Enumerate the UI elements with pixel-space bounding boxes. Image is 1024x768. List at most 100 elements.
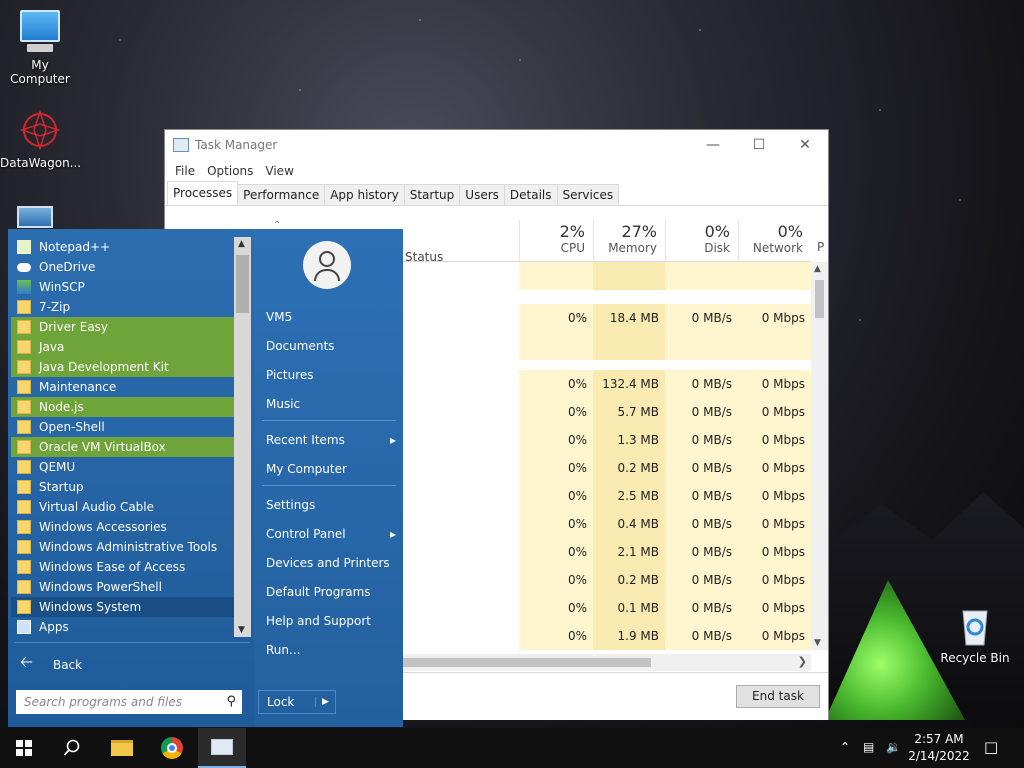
program-list-scrollbar[interactable]: ▲ ▼ [234, 237, 251, 637]
program-item[interactable]: WinSCP [11, 277, 239, 297]
program-item[interactable]: OneDrive [11, 257, 239, 277]
scroll-down-icon[interactable]: ▼ [238, 625, 245, 635]
table-row[interactable]: 0% 132.4 MB 0 MB/s 0 Mbps [519, 370, 811, 398]
column-header-memory[interactable]: 27% Memory [593, 220, 665, 262]
tab-startup[interactable]: Startup [403, 184, 461, 205]
scroll-thumb[interactable] [815, 280, 824, 318]
program-item[interactable]: Apps [11, 617, 239, 637]
column-header-network[interactable]: 0% Network [738, 220, 811, 262]
column-header-disk[interactable]: 0% Disk [665, 220, 738, 262]
user-avatar[interactable] [303, 241, 351, 289]
start-menu-item[interactable]: Devices and Printers [266, 556, 396, 570]
vertical-scrollbar[interactable]: ▲ ▼ [811, 262, 828, 650]
volume-icon[interactable]: 🔉 [886, 740, 901, 754]
title-bar[interactable]: Task Manager — ☐ ✕ [165, 130, 828, 160]
program-item[interactable]: Startup [11, 477, 239, 497]
tab-users[interactable]: Users [459, 184, 505, 205]
tab-services[interactable]: Services [556, 184, 620, 205]
hscroll-thumb[interactable] [401, 658, 651, 667]
chevron-up-icon[interactable]: ⌃ [840, 740, 850, 754]
program-item[interactable]: Oracle VM VirtualBox [11, 437, 239, 457]
column-header-cpu[interactable]: 2% CPU [519, 220, 593, 262]
start-menu-item[interactable]: Recent Items ▸ [266, 433, 396, 447]
start-menu-item[interactable]: Run... [266, 643, 396, 657]
program-item[interactable]: Windows Accessories [11, 517, 239, 537]
chevron-right-icon[interactable]: ▶ [315, 697, 335, 707]
minimize-button[interactable]: — [690, 130, 736, 160]
program-item[interactable]: Java [11, 337, 239, 357]
program-item[interactable]: Windows Ease of Access [11, 557, 239, 577]
task-manager-taskbar-button[interactable] [198, 728, 246, 768]
table-row[interactable]: 0% 1.3 MB 0 MB/s 0 Mbps [519, 426, 811, 454]
search-input[interactable]: Search programs and files ⚲ [16, 690, 242, 714]
start-menu-item[interactable]: Settings [266, 498, 396, 512]
scroll-up-icon[interactable]: ▲ [814, 264, 821, 274]
chrome-button[interactable] [148, 728, 196, 768]
program-item[interactable]: Windows PowerShell [11, 577, 239, 597]
table-cell-cpu: 0% [519, 304, 593, 332]
program-item[interactable]: Node.js [11, 397, 239, 417]
close-button[interactable]: ✕ [782, 130, 828, 160]
scroll-thumb[interactable] [236, 255, 249, 313]
menu-file[interactable]: File [169, 164, 201, 178]
desktop-icon-datawagon[interactable]: DataWagon... [0, 108, 81, 170]
end-task-button[interactable]: End task [736, 685, 820, 708]
program-item[interactable]: QEMU [11, 457, 239, 477]
program-item[interactable]: Virtual Audio Cable [11, 497, 239, 517]
table-row[interactable]: 0% 2.1 MB 0 MB/s 0 Mbps [519, 538, 811, 566]
back-button[interactable]: 🡠 Back [20, 651, 82, 678]
start-menu-item[interactable]: Documents [266, 339, 396, 353]
search-taskbar-button[interactable] [48, 728, 96, 768]
network-icon[interactable]: ▤ [863, 740, 874, 754]
chevron-right-icon: ▸ [389, 527, 396, 541]
table-row[interactable]: 0% 0.1 MB 0 MB/s 0 Mbps [519, 594, 811, 622]
scroll-right-icon[interactable]: ❯ [798, 655, 807, 668]
menu-view[interactable]: View [259, 164, 299, 178]
program-item[interactable]: Driver Easy [11, 317, 239, 337]
horizontal-scrollbar[interactable]: ❯ [401, 654, 811, 671]
table-row[interactable]: 0% 2.5 MB 0 MB/s 0 Mbps [519, 482, 811, 510]
start-menu-item[interactable]: My Computer [266, 462, 396, 476]
table-row[interactable]: 0% 18.4 MB 0 MB/s 0 Mbps [519, 304, 811, 332]
lock-button[interactable]: Lock ▶ [258, 690, 336, 714]
tab-app-history[interactable]: App history [324, 184, 405, 205]
program-item[interactable]: Notepad++ [11, 237, 239, 257]
maximize-button[interactable]: ☐ [736, 130, 782, 160]
program-item[interactable]: Windows System [11, 597, 239, 617]
notifications-icon[interactable]: □ [984, 738, 998, 756]
program-item[interactable]: Java Development Kit [11, 357, 239, 377]
folder-icon [17, 480, 31, 494]
file-explorer-button[interactable] [98, 728, 146, 768]
clock[interactable]: 2:57 AM 2/14/2022 [906, 731, 972, 765]
table-row[interactable]: 0% 5.7 MB 0 MB/s 0 Mbps [519, 398, 811, 426]
start-menu-item[interactable]: Music [266, 397, 396, 411]
program-item[interactable]: Open-Shell [11, 417, 239, 437]
table-row[interactable] [519, 332, 811, 360]
start-menu-item-label: Settings [266, 498, 316, 512]
start-button[interactable] [0, 728, 48, 768]
tab-bar: Processes Performance App history Startu… [165, 181, 828, 206]
tab-details[interactable]: Details [503, 184, 558, 205]
scroll-down-icon[interactable]: ▼ [814, 638, 821, 648]
tab-performance[interactable]: Performance [237, 184, 326, 205]
apps-icon [17, 620, 31, 634]
program-item[interactable]: Maintenance [11, 377, 239, 397]
table-row[interactable]: 0% 0.2 MB 0 MB/s 0 Mbps [519, 566, 811, 594]
program-item[interactable]: 7-Zip [11, 297, 239, 317]
start-menu-item[interactable]: Control Panel ▸ [266, 527, 396, 541]
menu-options[interactable]: Options [201, 164, 259, 178]
desktop-icon-my-computer[interactable]: My Computer [0, 10, 80, 86]
table-row[interactable]: 0% 0.4 MB 0 MB/s 0 Mbps [519, 510, 811, 538]
scroll-up-icon[interactable]: ▲ [238, 239, 245, 249]
table-row[interactable]: 0% 0.2 MB 0 MB/s 0 Mbps [519, 454, 811, 482]
start-menu-item[interactable]: VM5 [266, 310, 396, 324]
column-header-power[interactable]: P [817, 240, 824, 254]
table-row[interactable] [519, 262, 811, 290]
start-menu-item[interactable]: Pictures [266, 368, 396, 382]
desktop-icon-recycle-bin[interactable]: Recycle Bin [935, 603, 1015, 665]
start-menu-item[interactable]: Default Programs [266, 585, 396, 599]
program-item[interactable]: Windows Administrative Tools [11, 537, 239, 557]
tab-processes[interactable]: Processes [167, 181, 239, 205]
table-row[interactable]: 0% 1.9 MB 0 MB/s 0 Mbps [519, 622, 811, 650]
start-menu-item[interactable]: Help and Support [266, 614, 396, 628]
